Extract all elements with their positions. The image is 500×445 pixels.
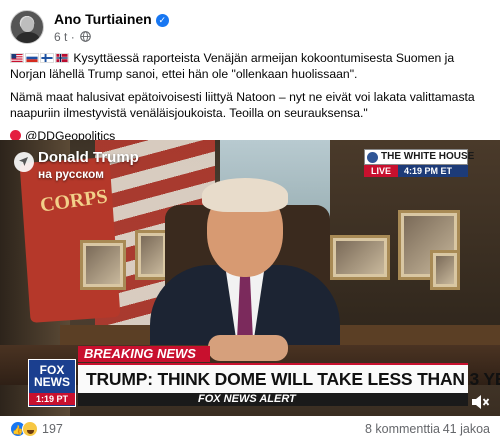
fox-logo-time: 1:19 PT xyxy=(29,393,75,405)
avatar-body xyxy=(16,32,40,43)
white-house-badge: THE WHITE HOUSE LIVE 4:19 PM ET xyxy=(364,149,474,177)
photo-frame xyxy=(330,235,390,280)
white-house-label: THE WHITE HOUSE xyxy=(381,151,475,162)
fox-news-logo: FOX NEWS 1:19 PT xyxy=(28,359,76,407)
post-header: Ano Turtiainen ✓ 6 t · xyxy=(10,10,490,46)
telegram-icon xyxy=(14,152,34,172)
globe-icon xyxy=(80,31,91,42)
person-hair xyxy=(202,178,288,212)
post-paragraph-2: Nämä maat halusivat epätoivoisesti liitt… xyxy=(10,90,475,120)
badge-time: 4:19 PM ET xyxy=(398,165,468,177)
flag-ru-icon xyxy=(25,53,39,63)
post-footer: 👍 197 8 kommenttia 41 jakoa xyxy=(10,420,490,440)
post-card: Ano Turtiainen ✓ 6 t · Kysyttäessä rapor… xyxy=(0,0,500,445)
breaking-news-label: BREAKING NEWS xyxy=(78,346,210,362)
video-player[interactable]: CORPS Donald Trump на русском THE WHITE … xyxy=(0,140,500,416)
post-text: Kysyttäessä raporteista Venäjän armeijan… xyxy=(10,50,490,151)
post-meta: 6 t · xyxy=(54,30,91,44)
reaction-count: 197 xyxy=(42,422,63,436)
haha-icon xyxy=(22,421,38,437)
mute-icon[interactable] xyxy=(470,393,490,411)
flag-no-icon xyxy=(55,53,69,63)
ticker-label: FOX NEWS ALERT xyxy=(198,393,296,405)
headline-text: TRUMP: THINK DOME WILL TAKE LESS THAN 3 … xyxy=(86,369,500,389)
headline-bar: TRUMP: THINK DOME WILL TAKE LESS THAN 3 … xyxy=(78,363,500,393)
photo-frame xyxy=(80,240,126,290)
meta-separator: · xyxy=(70,30,75,44)
live-label: LIVE xyxy=(364,165,398,177)
avatar-face xyxy=(21,17,34,32)
author-name-row: Ano Turtiainen ✓ xyxy=(54,11,169,27)
comments-count[interactable]: 8 kommenttia xyxy=(365,422,440,436)
photo-frame xyxy=(430,250,460,290)
post-timestamp[interactable]: 6 t xyxy=(54,30,67,44)
author-avatar[interactable] xyxy=(10,10,44,44)
white-house-title: THE WHITE HOUSE xyxy=(364,149,474,165)
reactions-summary[interactable]: 👍 197 xyxy=(10,421,63,437)
watermark-subtitle: на русском xyxy=(38,167,105,181)
news-lower-third: FOX NEWS 1:19 PT BREAKING NEWS TRUMP: TH… xyxy=(0,346,500,407)
shares-count[interactable]: 41 jakoa xyxy=(443,422,490,436)
flag-fi-icon xyxy=(40,53,54,63)
seal-icon xyxy=(367,152,378,163)
fox-logo-line2: NEWS xyxy=(34,375,70,389)
paragraph-1-text: Kysyttäessä raporteista Venäjän armeijan… xyxy=(10,51,455,81)
author-name[interactable]: Ano Turtiainen xyxy=(54,11,152,27)
watermark-title: Donald Trump xyxy=(38,149,139,166)
photo-frame xyxy=(135,230,169,280)
flag-us-icon xyxy=(10,53,24,63)
post-paragraph-1: Kysyttäessä raporteista Venäjän armeijan… xyxy=(10,50,490,82)
ticker-bar: FOX NEWS ALERT xyxy=(78,393,468,406)
verified-badge-icon: ✓ xyxy=(155,14,169,27)
